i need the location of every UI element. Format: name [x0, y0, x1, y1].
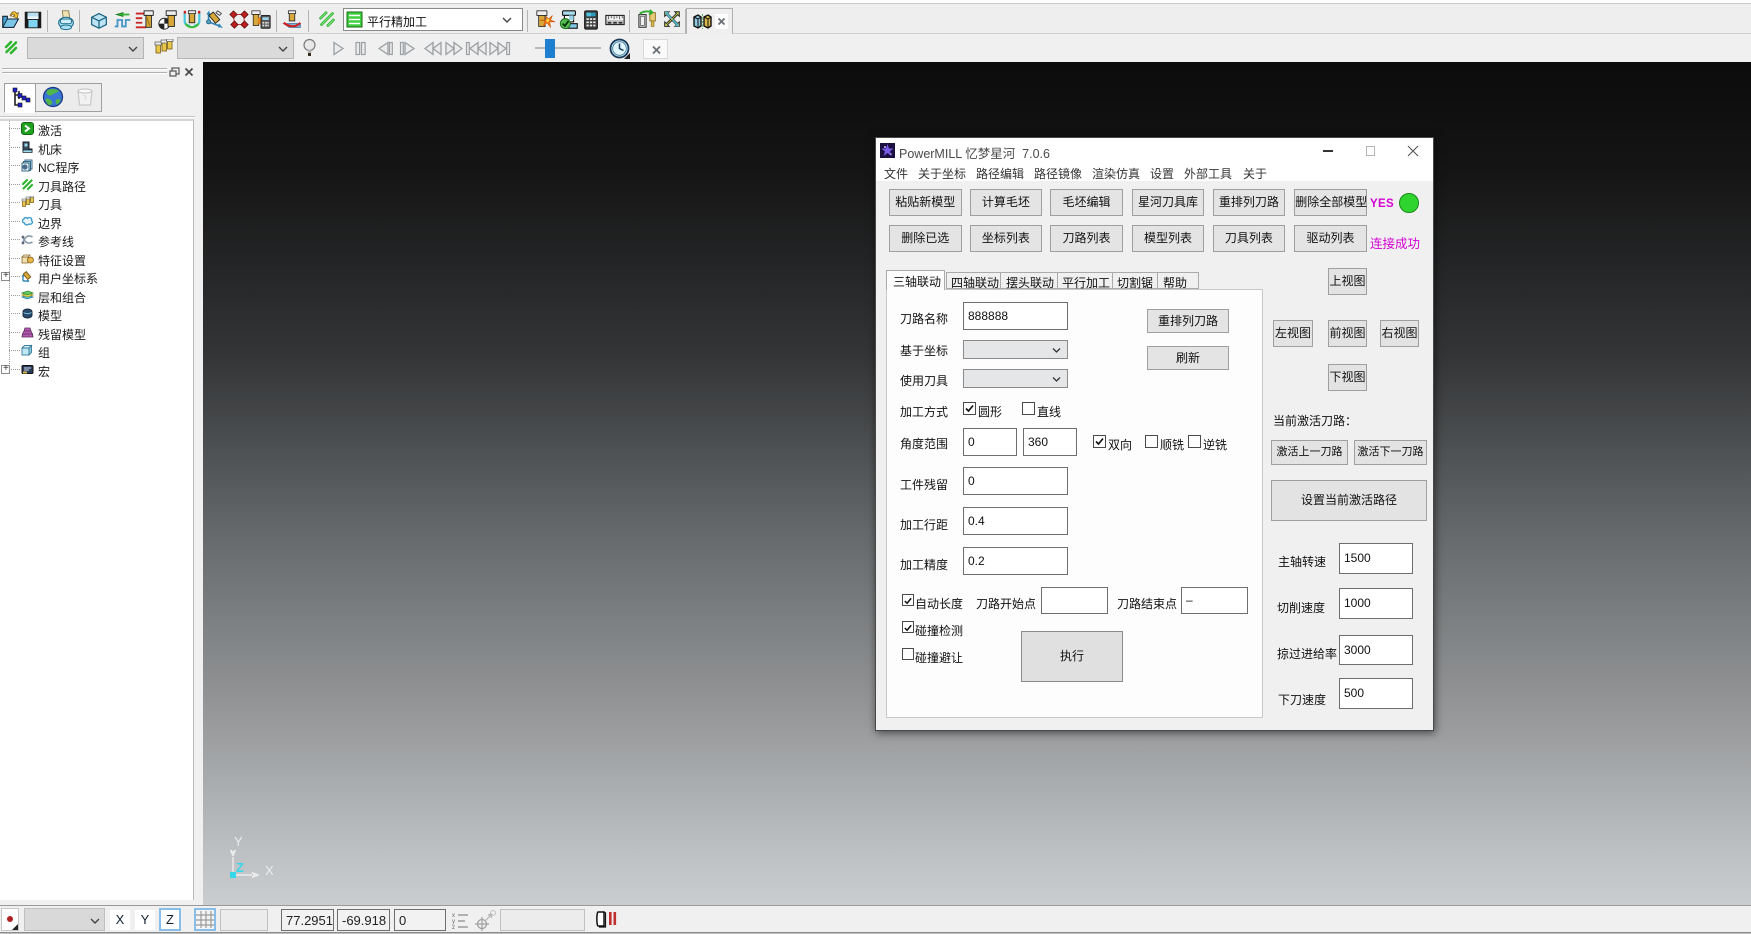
svg-text:Z: Z: [236, 860, 244, 875]
svg-text:X: X: [265, 863, 274, 878]
svg-text:z: z: [452, 925, 455, 930]
svg-text:Y: Y: [234, 834, 243, 849]
